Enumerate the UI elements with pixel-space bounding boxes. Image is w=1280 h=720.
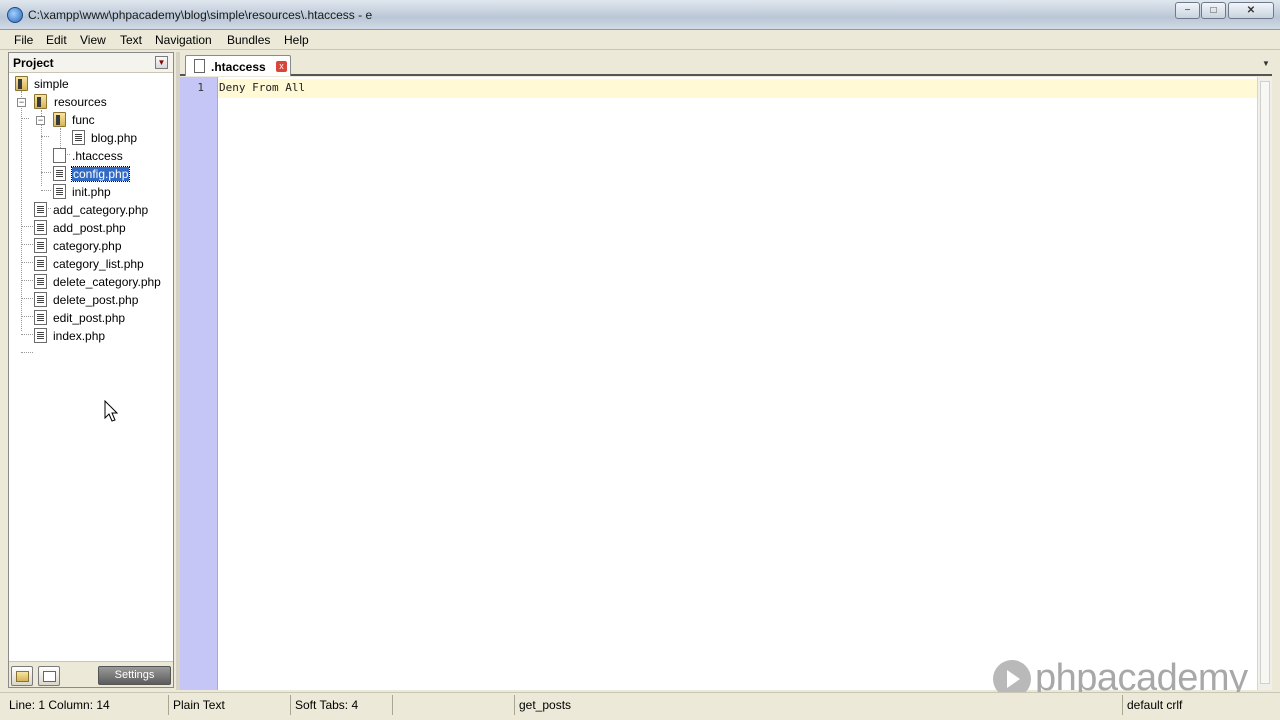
close-window-button[interactable]: ✕: [1228, 2, 1274, 19]
tab-strip: .htaccess x: [180, 52, 1272, 76]
tree-label: config.php: [70, 166, 131, 182]
settings-button[interactable]: Settings: [98, 666, 171, 685]
tab-label: .htaccess: [211, 60, 266, 74]
cursor-position: Line: 1 Column: 14: [9, 698, 110, 712]
maximize-button[interactable]: □: [1201, 2, 1226, 19]
window-title: C:\xampp\www\phpacademy\blog\simple\reso…: [28, 8, 373, 22]
text-file-icon: [53, 148, 66, 163]
project-header: Project ▼: [9, 53, 173, 73]
php-file-icon: [34, 202, 47, 217]
tree-label: .htaccess: [72, 149, 123, 163]
tree-label: delete_category.php: [53, 275, 161, 289]
php-file-icon: [34, 274, 47, 289]
new-file-icon: [43, 671, 56, 682]
mouse-cursor-icon: [104, 400, 119, 422]
collapse-toggle-icon[interactable]: −: [36, 116, 45, 125]
php-file-icon: [34, 310, 47, 325]
menu-bundles[interactable]: Bundles: [227, 33, 270, 47]
vertical-scrollbar[interactable]: [1257, 77, 1272, 690]
collapse-toggle-icon[interactable]: −: [17, 98, 26, 107]
php-file-icon: [53, 166, 66, 181]
php-file-icon: [72, 130, 85, 145]
tree-label: simple: [34, 77, 69, 91]
tree-label: edit_post.php: [53, 311, 126, 325]
folder-icon: [15, 76, 28, 91]
editor-window: C:\xampp\www\phpacademy\blog\simple\reso…: [0, 0, 1280, 720]
php-file-icon: [34, 328, 47, 343]
line-endings-selector[interactable]: default crlf: [1127, 698, 1182, 712]
php-file-icon: [34, 292, 47, 307]
tree-label: func: [72, 113, 95, 127]
tree-label: category_list.php: [53, 257, 144, 271]
symbol-selector[interactable]: get_posts: [519, 698, 571, 712]
tab-htaccess[interactable]: .htaccess x: [185, 55, 291, 76]
add-file-button[interactable]: [38, 666, 60, 686]
tree-label: add_post.php: [53, 221, 126, 235]
folder-icon: [16, 671, 29, 682]
project-title: Project: [13, 56, 54, 70]
folder-icon: [34, 94, 47, 109]
menu-file[interactable]: File: [14, 33, 33, 47]
scrollbar-track[interactable]: [1260, 81, 1270, 684]
status-bar: Line: 1 Column: 14 Plain Text Soft Tabs:…: [0, 692, 1280, 720]
folder-icon: [53, 112, 66, 127]
tree-label: index.php: [53, 329, 106, 343]
line-gutter: 1: [180, 77, 218, 690]
tree-label: resources: [54, 95, 107, 109]
php-file-icon: [34, 256, 47, 271]
project-footer: Settings: [9, 661, 173, 687]
tree-label: category.php: [53, 239, 122, 253]
php-file-icon: [34, 220, 47, 235]
text-file-icon: [194, 59, 205, 73]
tree-label: init.php: [72, 185, 111, 199]
line-number: 1: [197, 81, 204, 94]
php-file-icon: [53, 184, 66, 199]
project-menu-button[interactable]: ▼: [155, 56, 168, 69]
project-pane: Project ▼ simple − resources − func blog…: [8, 52, 174, 688]
php-file-icon: [34, 238, 47, 253]
code-text[interactable]: Deny From All: [219, 81, 305, 94]
code-editor[interactable]: 1 Deny From All: [180, 77, 1272, 690]
tab-list-icon[interactable]: ▼: [1262, 59, 1270, 68]
soft-tabs-selector[interactable]: Soft Tabs: 4: [295, 698, 358, 712]
current-line-highlight: [218, 79, 1272, 98]
tree-label: add_category.php: [53, 203, 149, 217]
menu-help[interactable]: Help: [284, 33, 309, 47]
close-tab-icon[interactable]: x: [276, 61, 287, 72]
tree-label: blog.php: [91, 131, 138, 145]
language-selector[interactable]: Plain Text: [173, 698, 225, 712]
title-bar: C:\xampp\www\phpacademy\blog\simple\reso…: [0, 0, 1280, 30]
minimize-button[interactable]: −: [1175, 2, 1200, 19]
menu-navigation[interactable]: Navigation: [155, 33, 212, 47]
menu-bar: File Edit View Text Navigation Bundles H…: [0, 30, 1280, 50]
add-folder-button[interactable]: [11, 666, 33, 686]
menu-edit[interactable]: Edit: [46, 33, 67, 47]
app-icon: [7, 7, 23, 23]
menu-view[interactable]: View: [80, 33, 106, 47]
tree-label: delete_post.php: [53, 293, 139, 307]
menu-text[interactable]: Text: [120, 33, 142, 47]
